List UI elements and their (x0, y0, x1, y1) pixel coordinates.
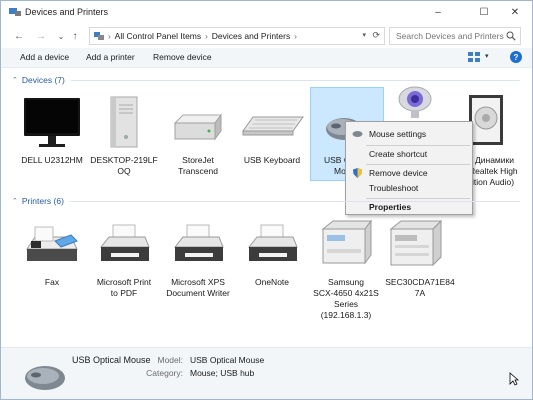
address-dropdown-icon[interactable]: ▾ (362, 31, 366, 39)
close-button[interactable]: ✕ (498, 1, 532, 23)
printer-label: Series (333, 299, 359, 309)
devices-section-label: Devices (7) (21, 75, 65, 85)
device-label: USB Keyboard (243, 155, 301, 165)
speaker-icon (469, 95, 503, 145)
device-label: StoreJet (182, 155, 214, 165)
printer-label: to PDF (110, 288, 138, 298)
change-view-icon[interactable] (468, 52, 480, 62)
mouse-settings-icon (352, 131, 363, 137)
details-category-value: Mouse; USB hub (190, 368, 255, 378)
details-category-label: Category: (146, 368, 183, 378)
printer-label: OneNote (254, 277, 290, 287)
collapse-chevron-icon[interactable]: ⌃ (12, 76, 18, 84)
search-box[interactable] (389, 27, 521, 45)
add-device-button[interactable]: Add a device (20, 52, 69, 62)
device-label: Динамики (475, 155, 514, 165)
refresh-icon[interactable]: ⟳ (372, 30, 380, 41)
device-label: Realtek High (469, 166, 518, 176)
keyboard-icon (242, 116, 304, 136)
devices-printers-app-icon (9, 8, 21, 16)
breadcrumb-separator: › (205, 31, 208, 41)
back-arrow-icon[interactable]: ← (11, 28, 27, 44)
remove-device-button[interactable]: Remove device (153, 52, 212, 62)
printer-icon (173, 224, 224, 261)
collapse-chevron-icon[interactable]: ⌃ (12, 197, 18, 205)
command-bar: Add a device Add a printer Remove device… (1, 48, 532, 68)
menu-item-create-shortcut[interactable]: Create shortcut (346, 146, 472, 162)
breadcrumb-separator: › (108, 31, 111, 41)
menu-item-remove-device[interactable]: Remove device (346, 165, 472, 181)
mouse-icon (25, 366, 65, 390)
up-arrow-icon[interactable]: ↑ (67, 28, 83, 44)
printer-label: 7A (414, 288, 426, 298)
device-label: OQ (117, 166, 131, 176)
mfp-printer-icon (389, 219, 443, 267)
device-label: Transcend (178, 166, 218, 176)
menu-item-mouse-settings[interactable]: Mouse settings (346, 126, 472, 142)
printers-section-header[interactable]: ⌃ Printers (6) (1, 195, 532, 207)
printer-label: Samsung (328, 277, 364, 287)
printer-label: Microsoft XPS (171, 277, 225, 287)
address-bar[interactable]: › All Control Panel Items › Devices and … (89, 27, 385, 45)
window-title: Devices and Printers (25, 7, 109, 17)
devices-and-printers-window: Devices and Printers – ☐ ✕ ← → ⌄ ↑ › All… (0, 0, 533, 400)
search-icon[interactable] (506, 31, 516, 41)
address-row: ← → ⌄ ↑ › All Control Panel Items › Devi… (1, 25, 532, 47)
breadcrumb-separator: › (294, 31, 297, 41)
device-label: DELL U2312HM (21, 155, 83, 165)
printer-label: Microsoft Print (96, 277, 152, 287)
title-bar: Devices and Printers – ☐ ✕ (1, 1, 532, 23)
printer-icon (99, 224, 150, 261)
drive-icon (173, 113, 222, 141)
mfp-printer-icon (321, 219, 372, 265)
printer-label: SCX-4650 4x21S (313, 288, 379, 298)
monitor-icon (24, 98, 80, 147)
breadcrumb-devices-and-printers[interactable]: Devices and Printers (212, 31, 290, 41)
help-button[interactable]: ? (510, 51, 522, 63)
view-options-dropdown-icon[interactable]: ▾ (485, 52, 489, 60)
breadcrumb-all-control-panel-items[interactable]: All Control Panel Items (115, 31, 201, 41)
search-input[interactable] (396, 31, 504, 41)
device-label: DESKTOP-219LF (90, 155, 158, 165)
add-printer-button[interactable]: Add a printer (86, 52, 135, 62)
details-pane: USB Optical Mouse Model: USB Optical Mou… (1, 347, 532, 399)
printer-label: Fax (44, 277, 60, 287)
control-panel-icon (94, 32, 104, 40)
shield-icon (353, 168, 362, 178)
printers-section-label: Printers (6) (21, 196, 64, 206)
maximize-button[interactable]: ☐ (467, 1, 501, 23)
section-divider (69, 200, 520, 202)
menu-item-troubleshoot[interactable]: Troubleshoot (346, 180, 472, 196)
printer-icon (247, 224, 298, 261)
printer-label: SEC30CDA71E84 (385, 277, 455, 287)
printer-label: Document Writer (166, 288, 230, 298)
forward-arrow-icon[interactable]: → (33, 28, 49, 44)
printer-label: (192.168.1.3) (320, 310, 372, 320)
minimize-button[interactable]: – (421, 1, 455, 23)
fax-icon (26, 226, 78, 261)
computer-icon (110, 96, 138, 148)
details-model-label: Model: (157, 355, 183, 365)
device-label: finition Audio) (463, 177, 515, 187)
mouse-pointer-icon (509, 372, 519, 386)
details-model-value: USB Optical Mouse (190, 355, 265, 365)
section-divider (70, 79, 520, 81)
